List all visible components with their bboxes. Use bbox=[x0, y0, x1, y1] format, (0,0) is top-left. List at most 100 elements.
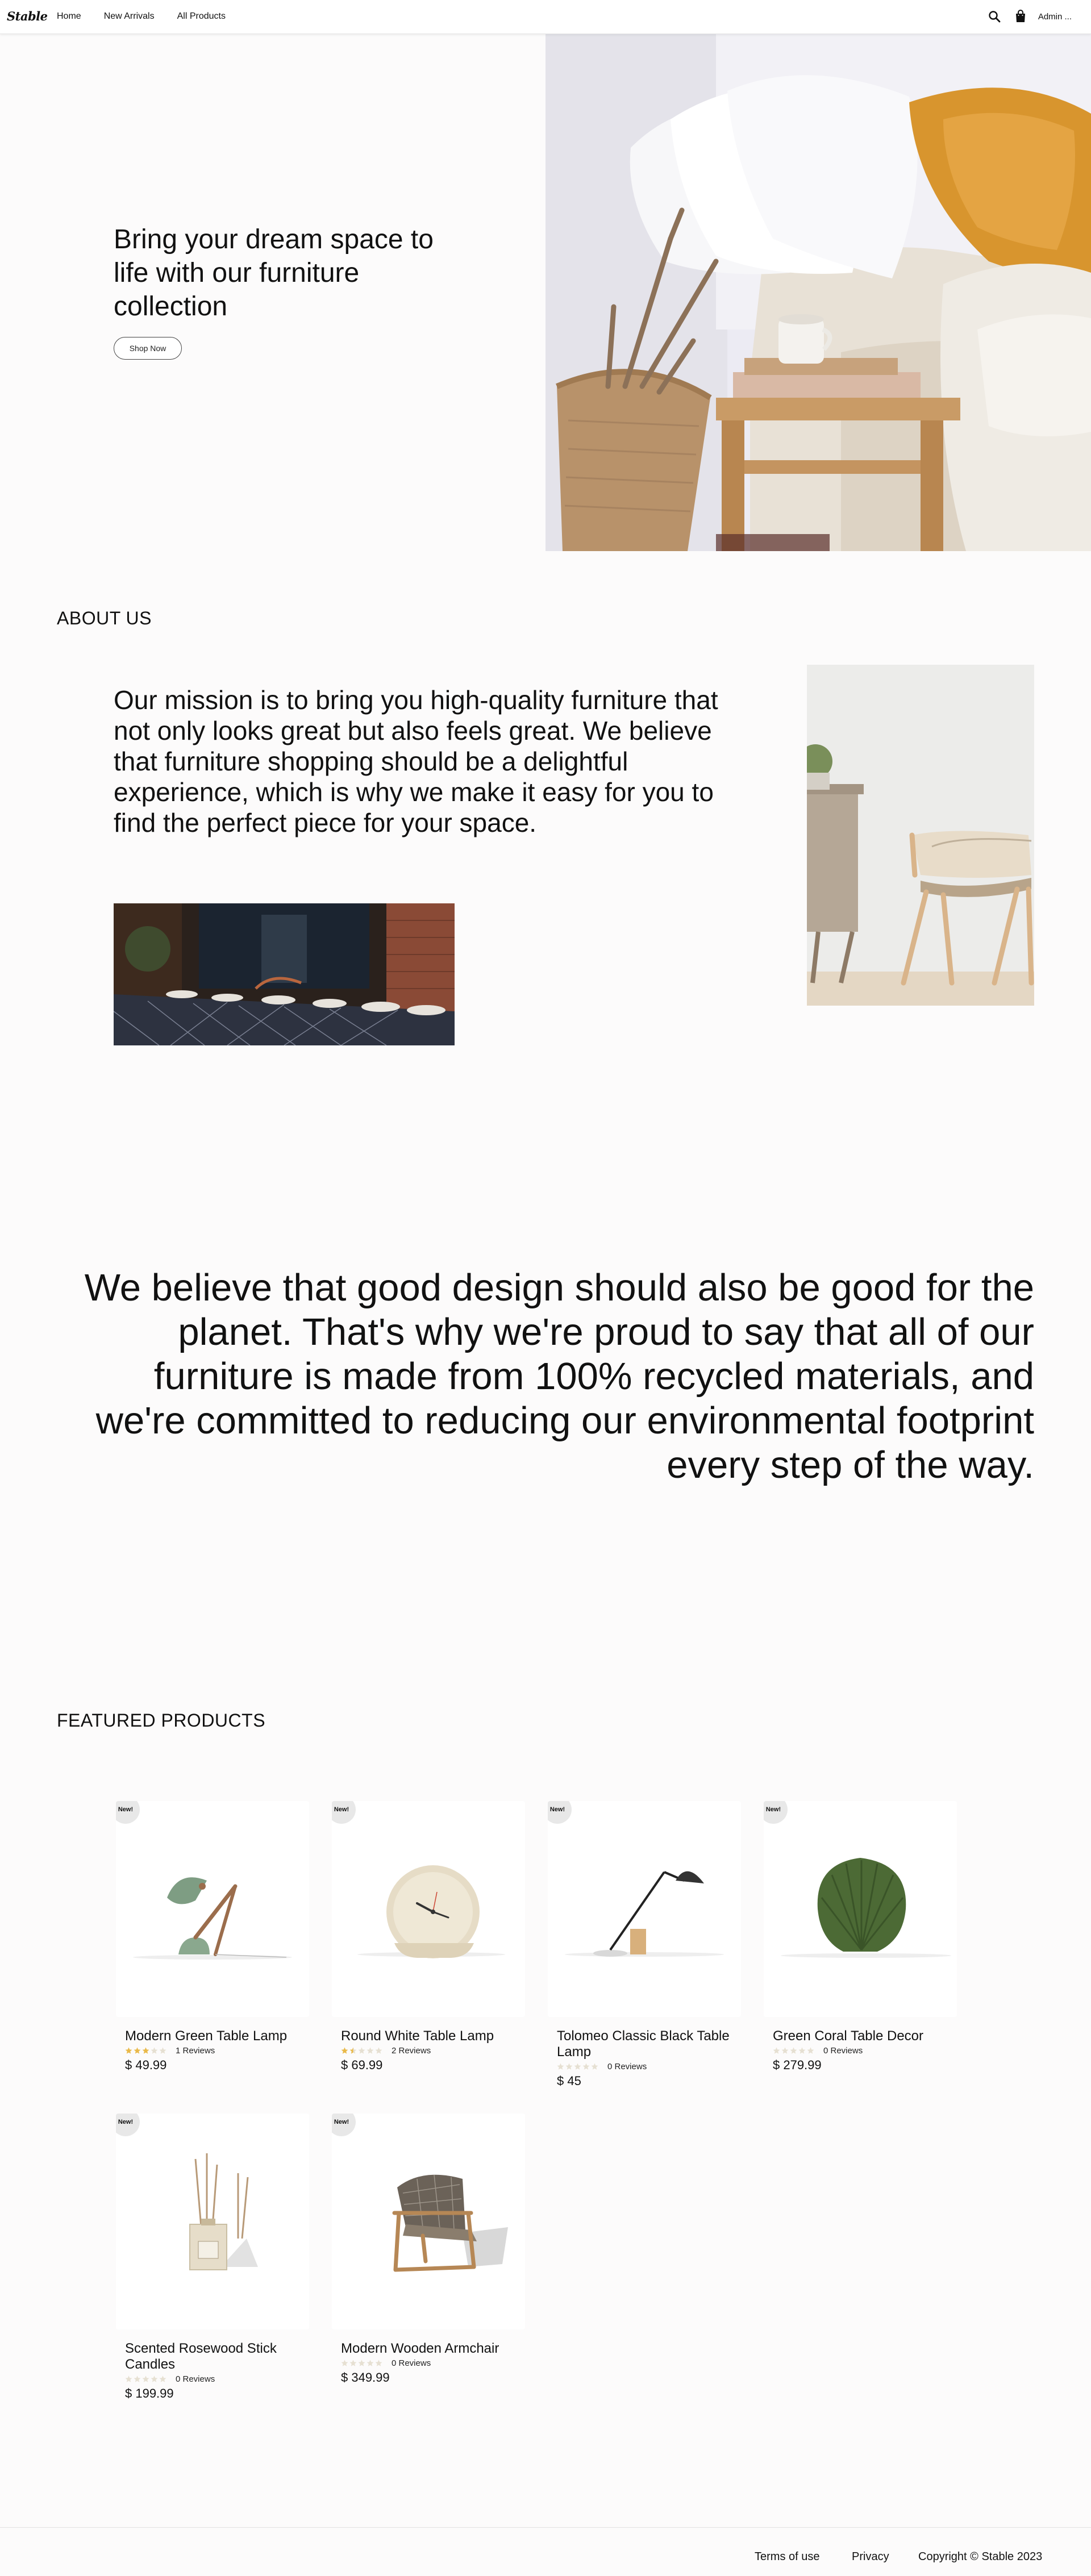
product-image[interactable]: New! bbox=[332, 1801, 525, 2017]
product-price: $ 49.99 bbox=[125, 2058, 167, 2072]
star-icon bbox=[151, 2047, 158, 2054]
rating-stars bbox=[125, 2047, 168, 2054]
star-icon bbox=[565, 2063, 573, 2070]
product-name[interactable]: Round White Table Lamp bbox=[332, 2028, 525, 2044]
user-menu[interactable]: Admin ... bbox=[1038, 12, 1072, 22]
copyright-text: Copyright © Stable 2023 bbox=[918, 2550, 1043, 2563]
nav-link-new-arrivals[interactable]: New Arrivals bbox=[104, 11, 155, 22]
rating-stars bbox=[773, 2047, 815, 2054]
about-text: Our mission is to bring you high-quality… bbox=[114, 685, 718, 837]
product-image[interactable]: New! bbox=[548, 1801, 741, 2017]
shop-now-button[interactable]: Shop Now bbox=[114, 337, 182, 360]
star-icon bbox=[375, 2047, 382, 2054]
wooden-chair-image bbox=[807, 665, 1034, 1006]
review-count: 0 Reviews bbox=[823, 2045, 863, 2056]
product-card[interactable]: New! Green Coral Table Decor 0 Reviews $… bbox=[764, 1801, 957, 2073]
product-rating: 0 Reviews bbox=[116, 2374, 309, 2384]
star-icon bbox=[557, 2063, 564, 2070]
product-name[interactable]: Scented Rosewood Stick Candles bbox=[116, 2341, 309, 2373]
product-price: $ 349.99 bbox=[341, 2370, 390, 2385]
star-icon bbox=[349, 2360, 357, 2366]
product-name[interactable]: Modern Wooden Armchair bbox=[332, 2341, 525, 2357]
table-lamp-icon bbox=[133, 1877, 292, 1960]
product-rating: 0 Reviews bbox=[548, 2061, 741, 2071]
clock-lamp-icon bbox=[357, 1865, 505, 1958]
star-icon bbox=[341, 2360, 348, 2366]
rating-stars bbox=[125, 2375, 168, 2383]
featured-products-heading: FEATURED PRODUCTS bbox=[57, 1710, 266, 1731]
product-rating: 0 Reviews bbox=[332, 2358, 525, 2368]
review-count: 2 Reviews bbox=[392, 2045, 431, 2056]
product-name[interactable]: Green Coral Table Decor bbox=[764, 2028, 957, 2044]
about-heading: ABOUT US bbox=[57, 608, 152, 628]
review-count: 0 Reviews bbox=[392, 2358, 431, 2368]
star-icon bbox=[134, 2375, 141, 2382]
product-price: $ 69.99 bbox=[341, 2058, 383, 2072]
sustainability-statement: We believe that good design should also … bbox=[84, 1266, 1034, 1486]
star-icon bbox=[125, 2375, 132, 2382]
star-icon bbox=[159, 2375, 166, 2382]
product-price: $ 45 bbox=[557, 2074, 581, 2088]
product-image[interactable]: New! bbox=[116, 2114, 309, 2329]
star-icon bbox=[367, 2047, 374, 2054]
hero-section: Bring your dream space to life with our … bbox=[0, 34, 546, 551]
product-card[interactable]: New! Scented Rosewood Stick Candles 0 Re… bbox=[116, 2114, 309, 2401]
product-name[interactable]: Modern Green Table Lamp bbox=[116, 2028, 309, 2044]
star-icon bbox=[142, 2375, 149, 2382]
star-icon bbox=[375, 2360, 382, 2366]
star-icon bbox=[807, 2047, 814, 2054]
star-icon bbox=[582, 2063, 590, 2070]
desk-lamp-icon bbox=[565, 1871, 724, 1957]
privacy-link[interactable]: Privacy bbox=[852, 2550, 889, 2564]
shopping-bag-icon[interactable] bbox=[1012, 8, 1029, 25]
review-count: 1 Reviews bbox=[176, 2045, 215, 2056]
star-icon bbox=[781, 2047, 789, 2054]
star-icon bbox=[159, 2047, 166, 2054]
product-card[interactable]: New! Modern Green Table Lamp 1 Reviews $… bbox=[116, 1801, 309, 2073]
nav-link-all-products[interactable]: All Products bbox=[177, 11, 226, 22]
logo[interactable]: Stable bbox=[7, 9, 48, 23]
star-icon bbox=[134, 2047, 141, 2054]
product-image[interactable]: New! bbox=[116, 1801, 309, 2017]
star-icon bbox=[358, 2360, 365, 2366]
star-icon bbox=[341, 2047, 348, 2054]
nav-actions: Admin ... bbox=[977, 8, 1072, 25]
review-count: 0 Reviews bbox=[176, 2374, 215, 2384]
product-rating: 1 Reviews bbox=[116, 2045, 309, 2056]
review-count: 0 Reviews bbox=[607, 2061, 647, 2071]
product-rating: 2 Reviews bbox=[332, 2045, 525, 2056]
shell-decor-icon bbox=[781, 1858, 951, 1958]
hero-title: Bring your dream space to life with our … bbox=[114, 224, 434, 322]
top-navbar: Stable Home New Arrivals All Products Ad… bbox=[0, 0, 1091, 34]
star-icon bbox=[591, 2063, 598, 2070]
diffuser-icon bbox=[189, 2153, 258, 2270]
nav-link-home[interactable]: Home bbox=[57, 11, 81, 22]
dining-table-image bbox=[114, 903, 455, 1045]
product-price: $ 279.99 bbox=[773, 2058, 822, 2072]
hero-bedroom-image bbox=[546, 34, 1091, 551]
nav-links: Home New Arrivals All Products bbox=[57, 11, 248, 22]
product-name[interactable]: Tolomeo Classic Black Table Lamp bbox=[548, 2028, 741, 2060]
star-icon bbox=[790, 2047, 797, 2054]
rating-stars bbox=[341, 2047, 384, 2054]
star-icon bbox=[574, 2063, 581, 2070]
product-card[interactable]: New! Modern Wooden Armchair 0 Reviews $ … bbox=[332, 2114, 525, 2385]
star-icon bbox=[125, 2047, 132, 2054]
star-icon bbox=[798, 2047, 806, 2054]
star-icon bbox=[773, 2047, 780, 2054]
rating-stars bbox=[557, 2063, 599, 2070]
product-image[interactable]: New! bbox=[764, 1801, 957, 2017]
armchair-icon bbox=[392, 2174, 508, 2272]
star-icon bbox=[367, 2360, 374, 2366]
star-icon bbox=[358, 2047, 365, 2054]
product-rating: 0 Reviews bbox=[764, 2045, 957, 2056]
footer: Terms of use Privacy Copyright © Stable … bbox=[0, 2527, 1091, 2576]
product-card[interactable]: New! Round White Table Lamp 2 Reviews $ … bbox=[332, 1801, 525, 2073]
product-card[interactable]: New! Tolomeo Classic Black Table Lamp 0 … bbox=[548, 1801, 741, 2089]
star-icon bbox=[142, 2047, 149, 2054]
search-icon[interactable] bbox=[986, 8, 1003, 25]
product-price: $ 199.99 bbox=[125, 2386, 174, 2400]
star-icon bbox=[151, 2375, 158, 2382]
terms-link[interactable]: Terms of use bbox=[755, 2550, 819, 2564]
product-image[interactable]: New! bbox=[332, 2114, 525, 2329]
